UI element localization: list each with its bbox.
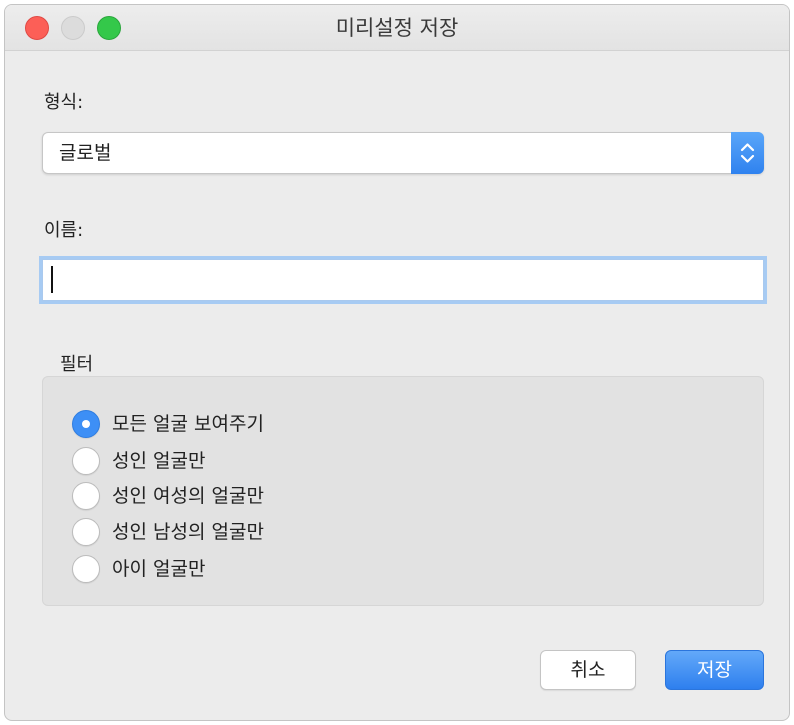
filter-option-label[interactable]: 아이 얼굴만 — [112, 555, 205, 583]
radio-button-selected[interactable] — [72, 410, 100, 438]
filter-option-label[interactable]: 모든 얼굴 보여주기 — [112, 410, 264, 438]
filter-option-label[interactable]: 성인 얼굴만 — [112, 447, 205, 475]
filter-label: 필터 — [60, 354, 94, 375]
format-select-value: 글로벌 — [59, 142, 112, 164]
text-caret — [51, 266, 53, 293]
cancel-button[interactable]: 취소 — [540, 650, 636, 690]
filter-option-label[interactable]: 성인 남성의 얼굴만 — [112, 518, 264, 546]
save-button[interactable]: 저장 — [665, 650, 764, 690]
window-title: 미리설정 저장 — [335, 16, 459, 40]
radio-button[interactable] — [72, 482, 100, 510]
format-label: 형식: — [44, 92, 84, 113]
format-select[interactable]: 글로벌 — [42, 132, 764, 174]
save-preset-dialog: 미리설정 저장 — [4, 4, 790, 721]
title-bar: 미리설정 저장 — [5, 5, 789, 51]
filter-option-label[interactable]: 성인 여성의 얼굴만 — [112, 482, 264, 510]
name-label: 이름: — [44, 220, 84, 241]
up-down-chevron-icon-graphic — [740, 143, 755, 163]
radio-dot-icon — [82, 420, 90, 428]
name-input[interactable] — [42, 259, 764, 301]
radio-button[interactable] — [72, 555, 100, 583]
radio-button[interactable] — [72, 447, 100, 475]
radio-button[interactable] — [72, 518, 100, 546]
up-down-chevron-icon[interactable] — [731, 132, 764, 174]
